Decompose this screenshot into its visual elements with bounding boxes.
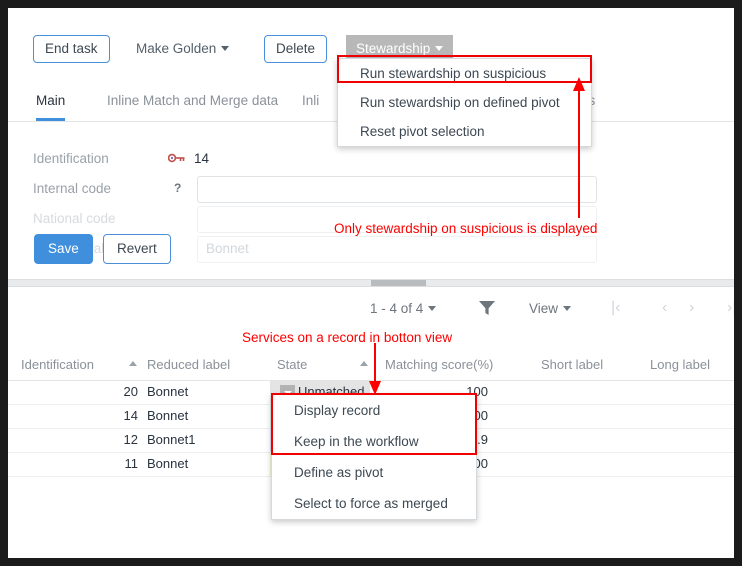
column-header-short-label[interactable]: Short label <box>541 357 603 372</box>
tab-inline-truncated[interactable]: Inli <box>302 86 319 121</box>
view-menu-label: View <box>529 301 558 316</box>
chevron-down-icon <box>221 46 229 51</box>
menu-item-run-stewardship-on-suspicious[interactable]: Run stewardship on suspicious <box>338 59 591 88</box>
menu-item-keep-in-the-workflow[interactable]: Keep in the workflow <box>272 426 476 457</box>
first-page-icon[interactable]: |‹ <box>611 298 620 318</box>
tab-inline-match-and-merge-data[interactable]: Inline Match and Merge data <box>107 86 278 121</box>
last-page-icon[interactable]: ›| <box>727 298 734 318</box>
stewardship-dropdown-menu: Run stewardship on suspicious Run stewar… <box>337 58 592 147</box>
menu-item-reset-pivot-selection[interactable]: Reset pivot selection <box>338 117 591 146</box>
internal-code-input[interactable] <box>197 176 597 203</box>
key-icon <box>168 152 186 166</box>
pagination-range-label: 1 - 4 of 4 <box>370 301 423 316</box>
pagination-range[interactable]: 1 - 4 of 4 <box>370 299 436 319</box>
cell-reduced-label: Bonnet1 <box>147 432 195 447</box>
cell-identification: 11 <box>98 456 138 471</box>
make-golden-label: Make Golden <box>136 41 216 56</box>
menu-item-run-stewardship-on-defined-pivot[interactable]: Run stewardship on defined pivot <box>338 88 591 117</box>
save-button[interactable]: Save <box>34 234 93 264</box>
reduced-label-input[interactable]: Bonnet <box>197 236 597 263</box>
annotation-arrow-stewardship <box>568 73 598 218</box>
chevron-down-icon <box>435 46 443 51</box>
end-task-button[interactable]: End task <box>33 35 110 63</box>
column-header-matching-score[interactable]: Matching score(%) <box>385 357 493 372</box>
revert-button[interactable]: Revert <box>103 234 171 264</box>
view-menu-button[interactable]: View <box>529 299 571 319</box>
panel-splitter[interactable] <box>8 279 734 287</box>
menu-item-select-to-force-as-merged[interactable]: Select to force as merged <box>272 488 476 519</box>
cell-identification: 14 <box>98 408 138 423</box>
grid-toolbar: 1 - 4 of 4 View |‹ ‹ › ›| <box>8 295 734 333</box>
prev-page-icon[interactable]: ‹ <box>662 298 667 318</box>
internal-code-help-icon[interactable]: ? <box>174 181 181 195</box>
cell-reduced-label: Bonnet <box>147 456 188 471</box>
sort-ascending-icon[interactable] <box>129 361 137 366</box>
delete-button[interactable]: Delete <box>264 35 327 63</box>
reduced-label-value: Bonnet <box>206 241 249 256</box>
funnel-icon[interactable] <box>478 300 496 316</box>
annotation-services-note: Services on a record in botton view <box>242 330 452 345</box>
column-header-state[interactable]: State <box>277 357 307 372</box>
tab-main[interactable]: Main <box>36 86 65 121</box>
annotation-arrow-services <box>364 343 386 398</box>
cell-reduced-label: Bonnet <box>147 408 188 423</box>
national-code-label: National code <box>33 211 116 226</box>
splitter-grip[interactable] <box>371 280 426 286</box>
annotation-stewardship-note: Only stewardship on suspicious is displa… <box>334 221 597 236</box>
column-header-identification[interactable]: Identification <box>21 357 94 372</box>
make-golden-button[interactable]: Make Golden <box>136 35 229 63</box>
cell-identification: 20 <box>98 384 138 399</box>
next-page-icon[interactable]: › <box>689 298 694 318</box>
record-context-menu: Display record Keep in the workflow Defi… <box>271 394 477 520</box>
chevron-down-icon <box>563 306 571 311</box>
chevron-down-icon <box>428 306 436 311</box>
internal-code-label: Internal code <box>33 181 111 196</box>
cell-identification: 12 <box>98 432 138 447</box>
identification-label: Identification <box>33 151 109 166</box>
menu-item-define-as-pivot[interactable]: Define as pivot <box>272 457 476 488</box>
cell-reduced-label: Bonnet <box>147 384 188 399</box>
menu-item-display-record[interactable]: Display record <box>272 395 476 426</box>
column-header-reduced-label[interactable]: Reduced label <box>147 357 230 372</box>
identification-value: 14 <box>194 151 209 166</box>
column-header-long-label[interactable]: Long label <box>650 357 710 372</box>
action-toolbar: End task Make Golden Delete Stewardship <box>8 8 734 62</box>
app-window: End task Make Golden Delete Stewardship … <box>8 8 734 558</box>
stewardship-label: Stewardship <box>356 41 430 56</box>
